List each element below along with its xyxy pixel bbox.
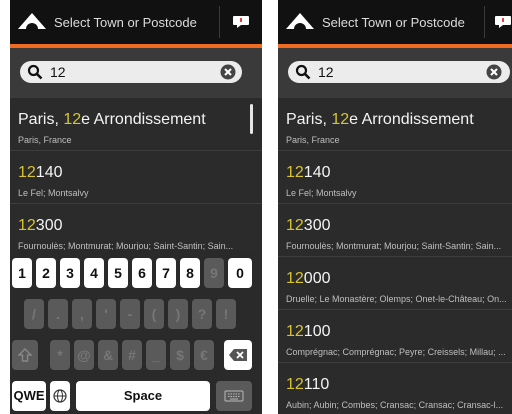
shift-key[interactable] [12, 340, 38, 370]
clear-icon[interactable] [486, 64, 502, 80]
key-question[interactable]: ? [192, 299, 212, 329]
result-item[interactable]: Paris, 12e Arrondissement Paris, France [278, 98, 512, 151]
key-3[interactable]: 3 [60, 258, 80, 288]
backspace-icon [229, 349, 247, 361]
search-query: 12 [318, 64, 334, 80]
header-title: Select Town or Postcode [322, 15, 465, 30]
search-icon [295, 64, 311, 80]
header-divider [219, 6, 220, 38]
result-detail: Le Fel; Montsalvy [286, 188, 357, 198]
space-key[interactable]: Space [76, 381, 210, 411]
key-period[interactable]: . [48, 299, 68, 329]
search-area: 12 [10, 48, 262, 98]
result-name: 12300 [18, 217, 63, 234]
header-divider [484, 6, 485, 38]
search-input[interactable]: 12 [20, 61, 242, 83]
navigation-arrow-icon[interactable] [18, 13, 46, 29]
key-open-paren[interactable]: ( [144, 299, 164, 329]
key-0[interactable]: 0 [228, 258, 252, 288]
shift-icon [17, 348, 33, 362]
result-item[interactable]: 12140 Le Fel; Montsalvy [10, 151, 262, 204]
result-item[interactable]: 12140 Le Fel; Montsalvy [278, 151, 512, 204]
key-4[interactable]: 4 [84, 258, 104, 288]
result-item[interactable]: 12100 Comprégnac; Comprégnac; Peyre; Cre… [278, 310, 512, 363]
language-key[interactable] [50, 381, 70, 411]
result-name: 12140 [18, 164, 63, 181]
search-icon [27, 64, 43, 80]
key-close-paren[interactable]: ) [168, 299, 188, 329]
key-underscore[interactable]: _ [146, 340, 166, 370]
key-slash[interactable]: / [24, 299, 44, 329]
result-name: 12000 [286, 270, 331, 287]
layout-switch-key[interactable]: QWE [12, 381, 46, 411]
screen-results-expanded: Select Town or Postcode 12 Paris, 12e Ar… [278, 0, 512, 414]
result-detail: Paris, France [286, 135, 340, 145]
result-name: Paris, 12e Arrondissement [18, 111, 206, 128]
key-comma[interactable]: , [72, 299, 92, 329]
key-euro[interactable]: € [194, 340, 214, 370]
result-detail: Fournoulès; Montmurat; Mourjou; Saint-Sa… [286, 241, 502, 251]
header-bar: Select Town or Postcode [10, 0, 262, 44]
key-asterisk[interactable]: * [50, 340, 70, 370]
key-8[interactable]: 8 [180, 258, 200, 288]
clear-icon[interactable] [220, 64, 236, 80]
search-query: 12 [50, 64, 66, 80]
keyboard-icon [224, 390, 244, 402]
result-detail: Druelle; Le Monastère; Olemps; Onet-le-C… [286, 294, 507, 304]
result-detail: Paris, France [18, 135, 72, 145]
key-1[interactable]: 1 [12, 258, 32, 288]
key-apostrophe[interactable]: ' [96, 299, 116, 329]
result-name: 12140 [286, 164, 331, 181]
result-name: 12300 [286, 217, 331, 234]
key-5[interactable]: 5 [108, 258, 128, 288]
on-screen-keyboard: 1 2 3 4 5 6 7 8 9 0 / . , ' - ( ) ? ! * … [10, 250, 262, 414]
result-item[interactable]: 12000 Druelle; Le Monastère; Olemps; One… [278, 257, 512, 310]
globe-icon [53, 389, 67, 403]
result-name: 12100 [286, 323, 331, 340]
backspace-key[interactable] [224, 340, 252, 370]
key-at[interactable]: @ [74, 340, 94, 370]
key-hyphen[interactable]: - [120, 299, 140, 329]
message-icon[interactable] [494, 15, 512, 29]
key-exclamation[interactable]: ! [216, 299, 236, 329]
search-area: 12 [278, 48, 512, 98]
key-hash[interactable]: # [122, 340, 142, 370]
navigation-arrow-icon[interactable] [286, 13, 314, 29]
result-name: 12110 [286, 376, 330, 393]
result-detail: Aubin; Aubin; Combes; Cransac; Cransac; … [286, 400, 504, 410]
key-2[interactable]: 2 [36, 258, 56, 288]
result-detail: Comprégnac; Comprégnac; Peyre; Creissels… [286, 347, 506, 357]
result-name: Paris, 12e Arrondissement [286, 111, 474, 128]
key-ampersand[interactable]: & [98, 340, 118, 370]
result-item[interactable]: 12300 Fournoulès; Montmurat; Mourjou; Sa… [278, 204, 512, 257]
key-6[interactable]: 6 [132, 258, 152, 288]
result-item[interactable]: 12110 Aubin; Aubin; Combes; Cransac; Cra… [278, 363, 512, 414]
results-list: Paris, 12e Arrondissement Paris, France … [10, 98, 262, 257]
result-detail: Le Fel; Montsalvy [18, 188, 89, 198]
search-input[interactable]: 12 [288, 61, 510, 83]
hide-keyboard-key[interactable] [216, 381, 252, 411]
scrollbar[interactable] [250, 104, 253, 134]
results-list: Paris, 12e Arrondissement Paris, France … [278, 98, 512, 414]
key-7[interactable]: 7 [156, 258, 176, 288]
header-title: Select Town or Postcode [54, 15, 197, 30]
key-dollar[interactable]: $ [170, 340, 190, 370]
screen-with-keyboard: Select Town or Postcode 12 Paris, 12e Ar… [10, 0, 262, 414]
result-item[interactable]: Paris, 12e Arrondissement Paris, France [10, 98, 262, 151]
header-bar: Select Town or Postcode [278, 0, 512, 44]
key-9[interactable]: 9 [204, 258, 224, 288]
message-icon[interactable] [232, 15, 250, 29]
